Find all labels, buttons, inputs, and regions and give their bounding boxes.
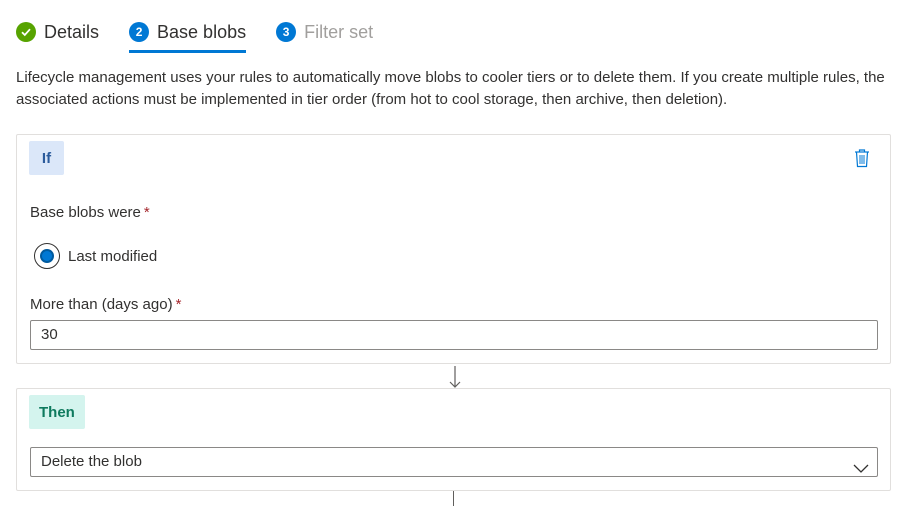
radio-selected-dot: [40, 249, 54, 263]
days-ago-input[interactable]: 30: [30, 320, 878, 350]
required-mark: *: [143, 204, 150, 221]
tab-filter-set-label: Filter set: [304, 21, 374, 42]
action-select[interactable]: Delete the blob: [30, 447, 878, 477]
then-badge: Then: [29, 395, 85, 429]
check-icon: [16, 22, 36, 42]
if-badge: If: [29, 141, 64, 175]
tab-base-blobs[interactable]: 2 Base blobs: [129, 18, 247, 53]
tab-base-blobs-label: Base blobs: [157, 21, 247, 42]
radio-button[interactable]: [34, 243, 60, 269]
wizard-tabs: Details 2 Base blobs 3 Filter set: [16, 18, 403, 54]
last-modified-label: Last modified: [68, 247, 158, 265]
if-condition-card: If Base blobs were * Last modified More t…: [16, 134, 891, 364]
tab-filter-set[interactable]: 3 Filter set: [276, 18, 373, 46]
action-select-value: Delete the blob: [41, 453, 142, 470]
trash-icon[interactable]: [854, 148, 870, 168]
base-blobs-were-label: Base blobs were *: [30, 204, 150, 221]
last-modified-radio[interactable]: Last modified: [34, 243, 157, 269]
tab-details[interactable]: Details: [16, 18, 99, 46]
required-mark: *: [175, 296, 182, 313]
step-number-badge: 2: [129, 22, 150, 42]
tab-details-label: Details: [44, 21, 100, 42]
chevron-down-icon: [853, 456, 869, 473]
step-number-badge: 3: [276, 22, 297, 42]
arrow-down-icon: [448, 364, 462, 390]
flow-connector-line: [453, 491, 454, 506]
days-ago-label: More than (days ago) *: [30, 296, 182, 313]
then-action-card: Then Delete the blob: [16, 388, 891, 491]
page-description: Lifecycle management uses your rules to …: [16, 69, 885, 108]
